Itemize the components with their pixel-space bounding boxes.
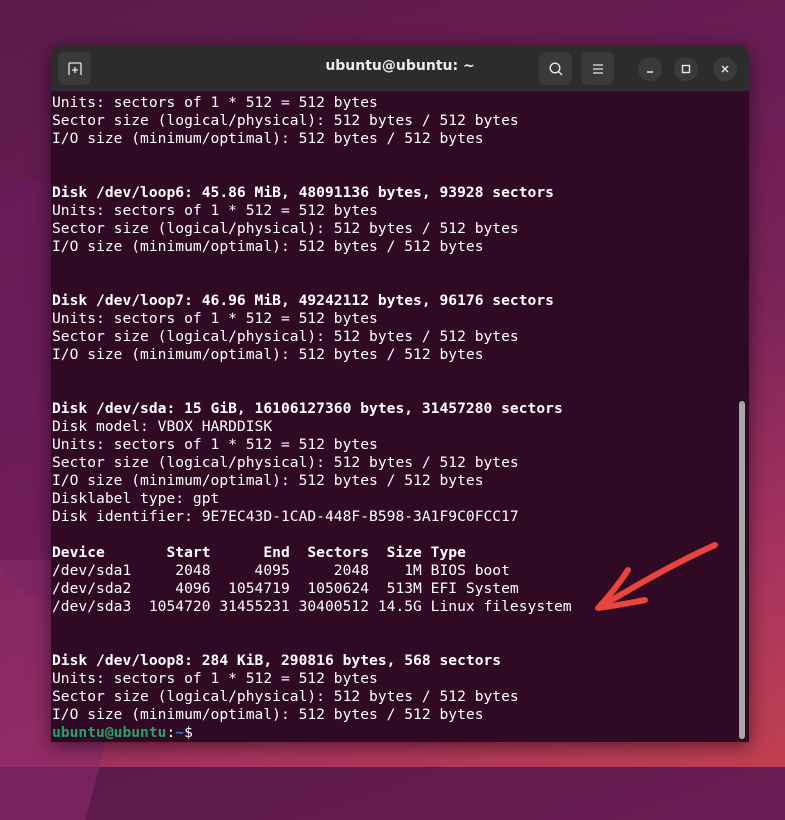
terminal-line: Units: sectors of 1 * 512 = 512 bytes xyxy=(52,436,378,453)
terminal-line: Sector size (logical/physical): 512 byte… xyxy=(52,220,519,237)
terminal-line: Disk /dev/loop7: 46.96 MiB, 49242112 byt… xyxy=(52,292,554,309)
terminal-line: Units: sectors of 1 * 512 = 512 bytes xyxy=(52,94,378,111)
terminal-line: Disk /dev/sda: 15 GiB, 16106127360 bytes… xyxy=(52,400,563,417)
terminal-line: Sector size (logical/physical): 512 byte… xyxy=(52,454,519,471)
terminal-line: Sector size (logical/physical): 512 byte… xyxy=(52,688,519,705)
terminal-line: Disk model: VBOX HARDDISK xyxy=(52,418,273,435)
prompt-path: ~ xyxy=(175,724,185,741)
terminal-line: Disk /dev/loop6: 45.86 MiB, 48091136 byt… xyxy=(52,184,554,201)
title-bar: ubuntu@ubuntu: ~ xyxy=(51,45,749,92)
terminal-line: I/O size (minimum/optimal): 512 bytes / … xyxy=(52,346,484,363)
terminal-line: Sector size (logical/physical): 512 byte… xyxy=(52,112,519,129)
prompt-symbol: $ xyxy=(184,724,193,741)
scrollbar[interactable] xyxy=(739,401,745,739)
maximize-icon xyxy=(681,64,691,74)
close-button[interactable] xyxy=(713,57,737,81)
terminal-line: Sector size (logical/physical): 512 byte… xyxy=(52,328,519,345)
terminal-line: I/O size (minimum/optimal): 512 bytes / … xyxy=(52,472,484,489)
terminal-line: I/O size (minimum/optimal): 512 bytes / … xyxy=(52,238,484,255)
terminal-line: Disk /dev/loop8: 284 KiB, 290816 bytes, … xyxy=(52,652,502,669)
search-icon xyxy=(548,61,562,75)
terminal-line: Units: sectors of 1 * 512 = 512 bytes xyxy=(52,310,378,327)
shell-prompt[interactable]: ubuntu@ubuntu:~$ xyxy=(52,724,732,742)
search-button[interactable] xyxy=(539,52,572,85)
terminal-line: Disk identifier: 9E7EC43D-1CAD-448F-B598… xyxy=(52,508,519,525)
terminal-line: I/O size (minimum/optimal): 512 bytes / … xyxy=(52,130,484,147)
prompt-user-host: ubuntu@ubuntu xyxy=(52,724,167,741)
minimize-icon xyxy=(647,71,653,73)
annotation-arrow-icon xyxy=(595,542,718,611)
menu-button[interactable] xyxy=(581,52,614,85)
terminal-window: ubuntu@ubuntu: ~ Units: sectors of 1 * 5… xyxy=(51,45,749,742)
terminal-line: Units: sectors of 1 * 512 = 512 bytes xyxy=(52,202,378,219)
minimize-button[interactable] xyxy=(638,57,662,81)
terminal-output[interactable]: Units: sectors of 1 * 512 = 512 bytes Sec… xyxy=(52,94,732,742)
close-icon xyxy=(721,65,729,73)
terminal-line: Units: sectors of 1 * 512 = 512 bytes xyxy=(52,670,378,687)
terminal-line: I/O size (minimum/optimal): 512 bytes / … xyxy=(52,706,484,723)
hamburger-menu-icon xyxy=(592,63,603,74)
prompt-separator: : xyxy=(166,724,176,741)
maximize-button[interactable] xyxy=(674,57,698,81)
terminal-line: Disklabel type: gpt xyxy=(52,490,220,507)
